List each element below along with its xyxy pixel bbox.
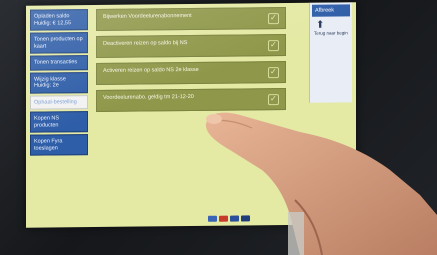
action-list: Bijwerken Voordeelurenabonnement Deactiv…	[96, 7, 286, 117]
sidebar-item-kopen-ns-producten[interactable]: Kopen NS producten	[30, 111, 88, 133]
kiosk-screen: Opladen saldo Huidig: € 12,55 Tonen prod…	[26, 2, 356, 228]
sidebar-item-wijzig-klasse[interactable]: Wijzig klasse Huidig: 2e	[30, 71, 88, 94]
checkmark-icon	[268, 40, 279, 52]
back-to-start-label: Terug naar begin	[314, 30, 348, 36]
sidebar-item-kopen-fyra-toeslagen[interactable]: Kopen Fyra toeslagen	[30, 134, 88, 156]
card-logo-icon	[219, 215, 228, 222]
list-item[interactable]: Voordeelurenabo. geldig tm 21-12-20	[96, 88, 286, 112]
sidebar-item-tonen-transacties[interactable]: Tonen transacties	[30, 55, 88, 71]
checkmark-icon	[268, 94, 279, 106]
list-item[interactable]: Activeren reizen op saldo NS 2e klasse	[96, 61, 286, 85]
sidebar-item-tonen-producten[interactable]: Tonen producten op kaart	[30, 32, 88, 54]
list-item[interactable]: Bijwerken Voordeelurenabonnement	[96, 7, 286, 31]
list-item-label: Activeren reizen op saldo NS 2e klasse	[103, 66, 199, 74]
card-logo-icon	[208, 215, 217, 222]
right-panel: Afbreek ⬆ Terug naar begin	[309, 2, 352, 103]
checkmark-icon	[268, 67, 279, 79]
card-logo-icon	[230, 215, 239, 222]
sidebar: Opladen saldo Huidig: € 12,55 Tonen prod…	[26, 9, 90, 158]
list-item[interactable]: Deactiveren reizen op saldo bij NS	[96, 34, 286, 58]
cancel-button[interactable]: Afbreek	[312, 4, 350, 17]
list-item-label: Voordeelurenabo. geldig tm 21-12-20	[103, 93, 194, 101]
card-logo-icon	[241, 215, 250, 222]
footer-logos	[208, 215, 250, 222]
list-item-label: Bijwerken Voordeelurenabonnement	[103, 12, 192, 20]
checkmark-icon	[268, 13, 279, 25]
sidebar-item-opladen-saldo[interactable]: Opladen saldo Huidig: € 12,55	[30, 9, 88, 31]
up-arrow-icon[interactable]: ⬆	[316, 20, 352, 31]
sidebar-item-ophaal-bestelling[interactable]: Ophaal-bestelling	[30, 94, 88, 110]
list-item-label: Deactiveren reizen op saldo bij NS	[103, 40, 188, 47]
